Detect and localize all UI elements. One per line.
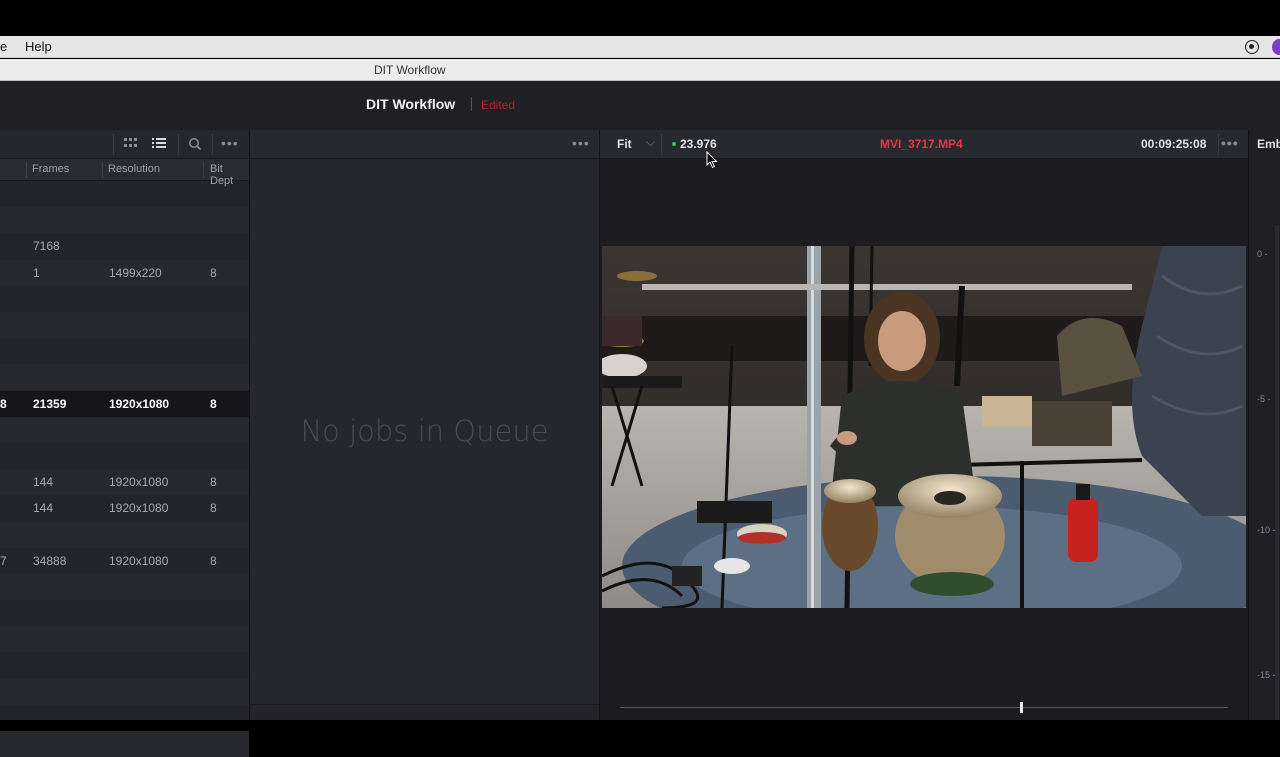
more-options-icon[interactable]: ••• [221,135,239,151]
table-row[interactable] [0,521,249,548]
table-row[interactable] [0,443,249,469]
playhead[interactable] [1020,702,1024,713]
column-divider [102,162,103,178]
chevron-down-icon[interactable]: ⌵ [646,135,655,150]
media-pool-column-headers: Frames Resolution Bit Dept [0,159,249,187]
viewer-toolbar: Fit ⌵ 23.976 MVI_3717.MP4 00:09:25:08 ••… [600,130,1280,159]
table-row[interactable] [0,626,249,653]
scrubber-track[interactable] [620,707,1228,708]
row-lead-cell: 7 [0,553,7,568]
column-divider [26,162,27,178]
row-lead-cell: 8 [0,396,7,411]
table-row[interactable] [0,653,249,679]
render-queue-panel: ••• No jobs in Queue [250,130,599,720]
bit-depth-cell: 8 [210,501,217,516]
toolbar-divider [212,134,213,155]
status-app-icon[interactable] [1272,39,1280,55]
meter-tick: -5 - [1257,394,1271,404]
app-header: DIT Workflow Edited [0,81,1280,130]
media-pool-toolbar: ••• [0,130,249,159]
fps-indicator-icon [672,142,676,146]
bit-depth-cell: 8 [210,553,217,568]
menu-item-help[interactable]: Help [25,39,52,54]
meter-tick: -10 - [1257,525,1276,535]
column-header-resolution[interactable]: Resolution [108,163,160,175]
zoom-select[interactable]: Fit [617,137,632,151]
table-row[interactable] [0,416,249,443]
table-row[interactable]: 7 34888 1920x1080 8 [0,548,249,574]
resolution-cell: 1920x1080 [109,396,170,411]
table-row[interactable] [0,338,249,364]
table-row[interactable] [0,678,249,705]
toolbar-divider [113,134,114,155]
header-divider [471,97,472,111]
bit-depth-cell: 8 [210,475,217,490]
table-row[interactable] [0,312,249,338]
window-title: DIT Workflow [374,63,446,77]
list-view-icon[interactable] [151,137,167,152]
audio-meter-bar [1275,225,1279,720]
table-row[interactable]: 7168 [0,233,249,259]
audio-meters-panel: Emb 0 - -5 - -10 - -15 - [1248,130,1280,720]
frames-cell: 1 [33,265,40,280]
toolbar-divider [661,134,662,155]
table-row[interactable] [0,364,249,391]
menu-bar: e Help [0,36,1280,58]
video-frame[interactable] [602,246,1246,608]
resolution-cell: 1499x220 [109,265,162,280]
frames-cell: 144 [33,475,54,490]
meter-tick: -15 - [1257,670,1276,680]
table-row[interactable]: 144 1920x1080 8 [0,495,249,521]
resolution-cell: 1920x1080 [109,475,169,490]
table-row[interactable] [0,705,249,731]
window-title-bar: DIT Workflow [0,59,1280,81]
table-row[interactable] [0,600,249,626]
table-row[interactable] [0,207,249,234]
mouse-cursor-icon [706,151,718,169]
timecode: 00:09:25:08 [1141,137,1207,151]
toolbar-divider [178,134,179,155]
table-row[interactable]: 1 1499x220 8 [0,259,249,286]
table-row[interactable] [0,181,249,207]
video-frame-image [602,246,1246,608]
table-row[interactable] [0,731,249,757]
more-options-icon[interactable]: ••• [1221,135,1239,151]
search-icon[interactable] [187,137,203,152]
render-queue-toolbar: ••• [250,130,599,159]
frame-rate: 23.976 [680,137,717,151]
empty-queue-message: No jobs in Queue [300,414,549,448]
toolbar-divider [1218,134,1219,155]
more-options-icon[interactable]: ••• [572,135,590,151]
clip-name: MVI_3717.MP4 [880,137,963,151]
project-title: DIT Workflow [366,96,456,112]
screen-record-icon[interactable] [1245,40,1259,54]
resolution-cell: 1920x1080 [109,501,169,516]
grid-view-icon[interactable] [123,137,139,152]
render-queue-footer [250,704,599,720]
edited-status: Edited [481,98,516,112]
table-row[interactable] [0,286,249,312]
table-row[interactable]: 8 21359 1920x1080 8 [0,390,249,417]
column-divider [203,162,204,178]
frames-cell: 21359 [33,396,67,411]
frames-cell: 7168 [33,239,60,254]
bit-depth-cell: 8 [210,396,217,411]
menu-item-file[interactable]: e [0,39,7,54]
table-row[interactable] [0,574,249,600]
meters-tab-label[interactable]: Emb [1257,137,1280,151]
frames-cell: 34888 [33,553,67,568]
bit-depth-cell: 8 [210,265,217,280]
frames-cell: 144 [33,501,54,516]
viewer-panel: Fit ⌵ 23.976 MVI_3717.MP4 00:09:25:08 ••… [600,130,1280,720]
table-row[interactable]: 144 1920x1080 8 [0,469,249,496]
column-header-frames[interactable]: Frames [32,163,69,175]
media-pool-panel: ••• Frames Resolution Bit Dept 7168 1 1499… [0,130,249,757]
meter-tick: 0 - [1257,249,1268,259]
resolution-cell: 1920x1080 [109,553,169,568]
